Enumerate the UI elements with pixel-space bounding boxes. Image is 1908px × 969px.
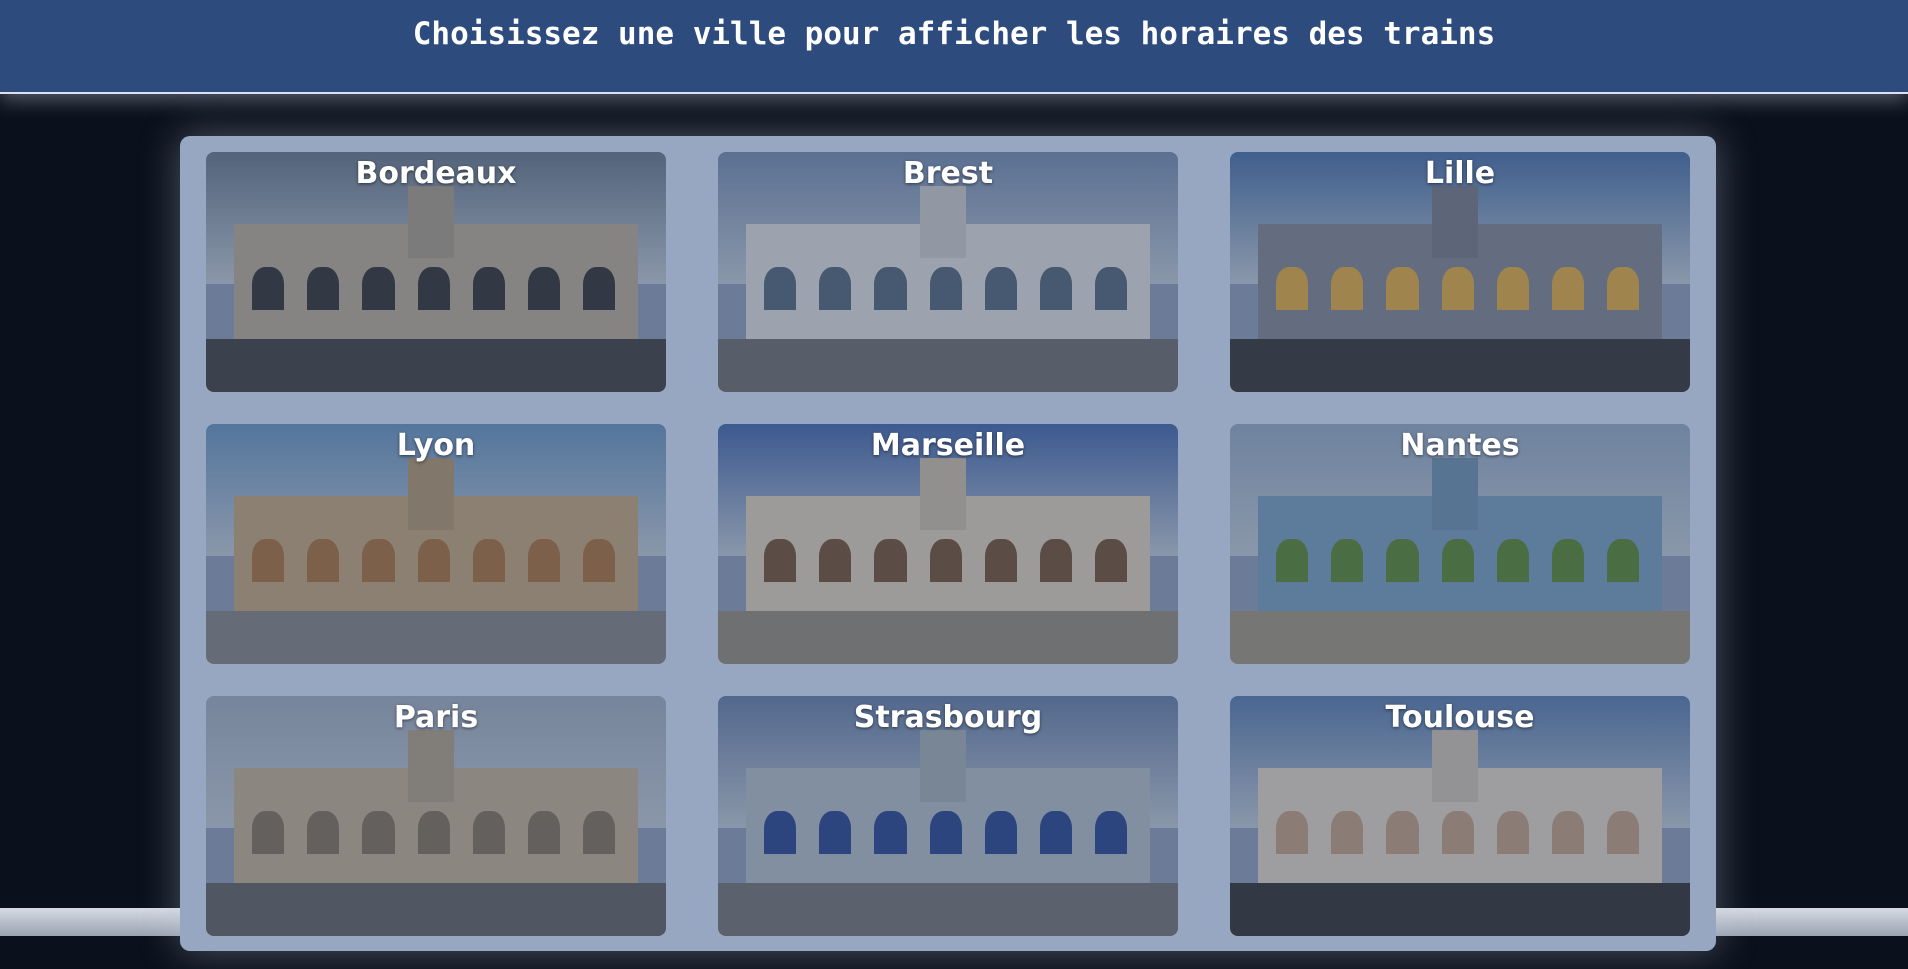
city-grid: Bordeaux Brest Lille Lyon Marseille Nantes Par… [180, 136, 1716, 951]
city-card-toulouse[interactable]: Toulouse [1230, 696, 1690, 936]
city-card-lyon[interactable]: Lyon [206, 424, 666, 664]
city-name: Nantes [1400, 428, 1520, 463]
city-name: Toulouse [1385, 700, 1535, 735]
city-panel: Bordeaux Brest Lille Lyon Marseille Nantes Par… [180, 136, 1716, 951]
city-card-paris[interactable]: Paris [206, 696, 666, 936]
city-name: Lille [1424, 156, 1496, 191]
page-title: Choisissez une ville pour afficher les h… [412, 16, 1496, 52]
city-name: Strasbourg [853, 700, 1043, 735]
city-card-bordeaux[interactable]: Bordeaux [206, 152, 666, 392]
city-card-nantes[interactable]: Nantes [1230, 424, 1690, 664]
city-card-lille[interactable]: Lille [1230, 152, 1690, 392]
city-card-brest[interactable]: Brest [718, 152, 1178, 392]
city-name: Lyon [396, 428, 476, 463]
city-card-strasbourg[interactable]: Strasbourg [718, 696, 1178, 936]
page-header: Choisissez une ville pour afficher les h… [0, 0, 1908, 94]
city-name: Bordeaux [355, 156, 517, 191]
city-card-marseille[interactable]: Marseille [718, 424, 1178, 664]
city-name: Marseille [870, 428, 1026, 463]
city-name: Brest [902, 156, 994, 191]
city-name: Paris [393, 700, 479, 735]
